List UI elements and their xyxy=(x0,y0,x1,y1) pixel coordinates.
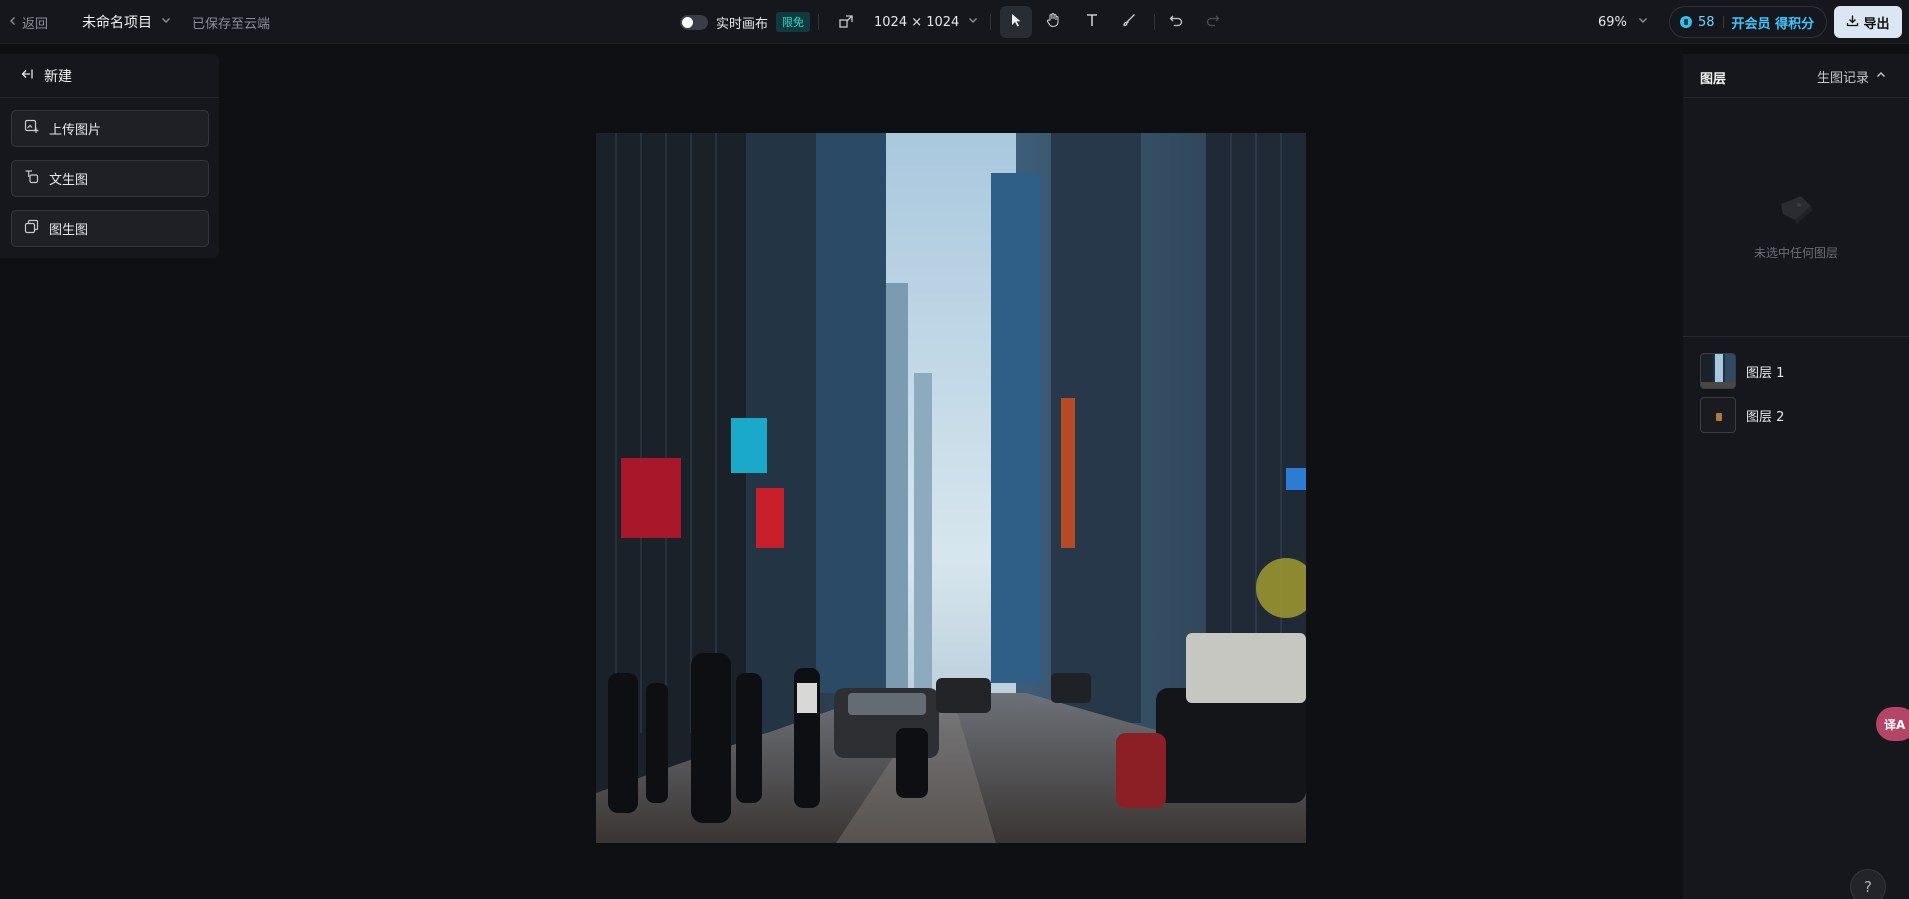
hand-icon xyxy=(1045,12,1061,32)
cursor-arrow-icon xyxy=(1008,12,1024,32)
credits-count: 58 xyxy=(1698,14,1715,30)
empty-layer-text: 未选中任何图层 xyxy=(1753,246,1838,260)
project-name-dropdown[interactable]: 未命名项目 xyxy=(82,0,172,44)
back-button[interactable]: 返回 xyxy=(8,0,48,44)
help-icon: ? xyxy=(1864,878,1872,896)
right-panel: 图层 生图记录 未选中任何图层 图层 1 图层 2 xyxy=(1683,54,1909,899)
free-badge: 限免 xyxy=(776,12,811,32)
divider xyxy=(990,14,991,30)
image-to-image-icon xyxy=(24,219,39,238)
layer-item[interactable]: 图层 1 xyxy=(1700,353,1784,389)
top-bar: 返回 未命名项目 已保存至云端 实时画布 限免 1024 × 1024 69% … xyxy=(0,0,1909,44)
left-panel: 新建 上传图片 文生图 图生图 xyxy=(0,54,219,258)
new-panel-title: 新建 xyxy=(44,68,72,85)
chevron-down-icon xyxy=(1637,14,1649,30)
divider xyxy=(1683,336,1909,337)
realtime-canvas-toggle[interactable]: 实时画布 限免 xyxy=(680,0,811,44)
help-button[interactable]: ? xyxy=(1850,869,1886,899)
export-button[interactable]: 导出 xyxy=(1834,6,1902,38)
layer-item[interactable]: 图层 2 xyxy=(1700,397,1784,433)
text-tool-button[interactable] xyxy=(1076,6,1108,38)
divider xyxy=(818,14,819,30)
chevron-left-icon xyxy=(8,15,18,30)
credits-vip-button[interactable]: 58 开会员 得积分 xyxy=(1669,6,1827,38)
chevron-up-icon xyxy=(1875,69,1887,85)
back-label: 返回 xyxy=(22,16,49,32)
credit-coin-icon xyxy=(1680,16,1692,28)
chevron-down-icon xyxy=(967,14,979,30)
translate-button[interactable]: 译A xyxy=(1876,707,1909,741)
canvas-image-city-street[interactable] xyxy=(596,133,1306,843)
zoom-value: 69% xyxy=(1598,14,1627,30)
empty-layer-icon xyxy=(1775,190,1817,230)
redo-icon xyxy=(1205,12,1221,32)
text-to-image-icon xyxy=(24,169,39,188)
upload-image-label: 上传图片 xyxy=(49,123,102,138)
image-to-image-label: 图生图 xyxy=(49,223,89,238)
brush-tool-button[interactable] xyxy=(1113,6,1145,38)
download-icon xyxy=(1846,14,1859,31)
layers-title: 图层 xyxy=(1700,72,1727,87)
image-to-image-button[interactable]: 图生图 xyxy=(11,210,209,247)
upload-image-button[interactable]: 上传图片 xyxy=(11,110,209,147)
layer-thumbnail xyxy=(1700,353,1736,389)
translate-icon: 译A xyxy=(1884,717,1906,732)
save-status: 已保存至云端 xyxy=(192,16,271,32)
text-t-icon xyxy=(1084,12,1100,32)
realtime-label: 实时画布 xyxy=(716,16,769,32)
toggle-switch[interactable] xyxy=(680,14,708,30)
undo-icon xyxy=(1168,12,1184,32)
layer-name: 图层 1 xyxy=(1746,365,1785,381)
generation-history-toggle[interactable]: 生图记录 xyxy=(1817,67,1887,86)
history-label: 生图记录 xyxy=(1816,71,1869,86)
canvas-size-dropdown[interactable]: 1024 × 1024 xyxy=(874,0,979,44)
divider xyxy=(1722,16,1724,28)
vip-label: 开会员 得积分 xyxy=(1731,16,1815,32)
new-panel-header[interactable]: 新建 xyxy=(0,54,219,98)
chevron-down-icon xyxy=(160,14,172,30)
layer-name: 图层 2 xyxy=(1746,409,1785,425)
upload-image-icon xyxy=(24,119,39,138)
canvas-size-value: 1024 × 1024 xyxy=(874,14,960,30)
layer-thumbnail xyxy=(1700,397,1736,433)
undo-button[interactable] xyxy=(1160,6,1192,38)
text-to-image-label: 文生图 xyxy=(49,173,89,188)
pan-tool-button[interactable] xyxy=(1037,6,1069,38)
select-tool-button[interactable] xyxy=(1000,6,1032,38)
export-label: 导出 xyxy=(1863,16,1890,32)
brush-icon xyxy=(1121,12,1137,32)
layers-panel-header: 图层 生图记录 xyxy=(1683,54,1909,98)
redo-button[interactable] xyxy=(1197,6,1229,38)
collapse-panel-icon[interactable] xyxy=(20,67,34,85)
project-name: 未命名项目 xyxy=(82,15,152,31)
city-street-illustration xyxy=(596,133,1306,843)
divider xyxy=(1154,14,1155,30)
resize-canvas-icon[interactable] xyxy=(838,0,854,44)
text-to-image-button[interactable]: 文生图 xyxy=(11,160,209,197)
zoom-dropdown[interactable]: 69% xyxy=(1598,0,1649,44)
